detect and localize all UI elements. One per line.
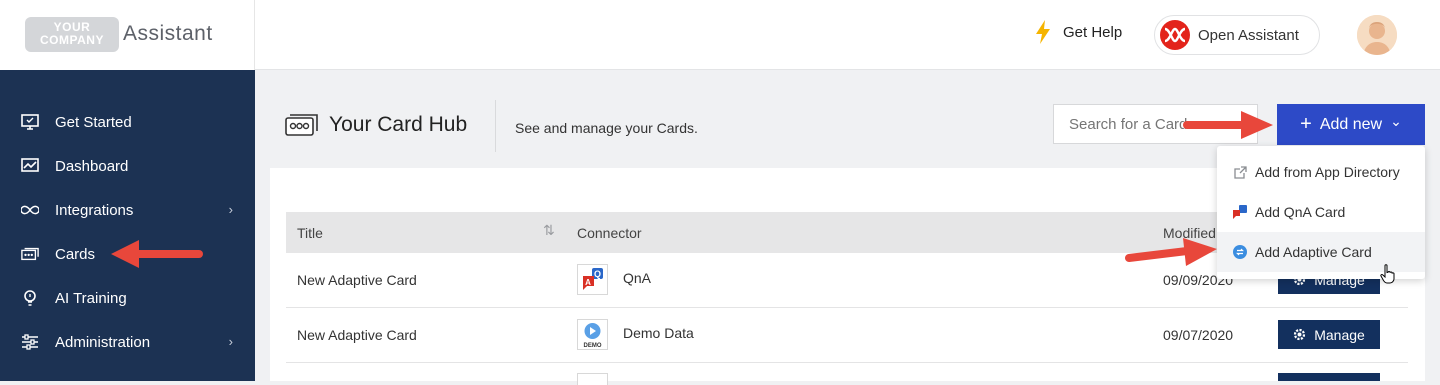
sidebar-item-ai-training[interactable]: AI Training: [0, 278, 255, 318]
avatar[interactable]: [1357, 15, 1397, 55]
chart-icon: [21, 157, 39, 175]
sidebar-item-label: Dashboard: [55, 157, 129, 175]
sidebar-item-label: Get Started: [55, 113, 132, 131]
svg-text:Q: Q: [594, 269, 601, 279]
menu-item-add-qna-card[interactable]: Add QnA Card: [1217, 192, 1425, 232]
column-header-title[interactable]: Title: [297, 225, 323, 241]
company-logo: YOUR COMPANY: [25, 17, 119, 52]
plus-icon: +: [1300, 113, 1312, 135]
gear-icon: [1293, 328, 1306, 341]
sidebar-item-integrations[interactable]: Integrations ›: [0, 190, 255, 230]
manage-button[interactable]: Manage: [1278, 320, 1380, 349]
annotation-arrow-add-new: [1183, 111, 1273, 139]
open-assistant-button[interactable]: Open Assistant: [1154, 15, 1320, 55]
annotation-arrow-add-adaptive-card: [1125, 238, 1217, 266]
hand-cursor-icon: [1380, 264, 1396, 289]
table-row: New Adaptive Card DEMO Demo Data 09/07/2…: [286, 308, 1408, 363]
get-help-label: Get Help: [1063, 23, 1123, 41]
svg-text:DEMO: DEMO: [584, 343, 602, 349]
open-assistant-label: Open Assistant: [1198, 26, 1299, 44]
user-avatar-icon: [1357, 15, 1397, 55]
sliders-icon: [21, 333, 39, 351]
sidebar-item-label: AI Training: [55, 289, 127, 307]
page-title: Your Card Hub: [329, 113, 468, 136]
table-row: [286, 363, 1408, 385]
title-divider: [495, 100, 496, 152]
row-title: New Adaptive Card: [297, 327, 417, 343]
demo-connector-icon: DEMO: [577, 319, 608, 350]
manage-button[interactable]: [1278, 373, 1380, 381]
monitor-icon: [21, 113, 39, 131]
cards-icon: [21, 245, 39, 263]
menu-item-label: Add QnA Card: [1255, 204, 1346, 220]
row-modified: 09/07/2020: [1163, 327, 1234, 343]
get-help-button[interactable]: Get Help: [1035, 20, 1122, 44]
sort-icon[interactable]: ⇅: [543, 222, 555, 239]
sidebar-item-get-started[interactable]: Get Started: [0, 102, 255, 142]
manage-label: Manage: [1314, 326, 1365, 343]
lightning-icon: [1035, 20, 1051, 44]
external-link-icon: [1233, 165, 1247, 179]
add-new-button[interactable]: + Add new ⌄: [1277, 104, 1425, 145]
qna-connector-icon: QA: [577, 264, 608, 295]
sidebar-item-dashboard[interactable]: Dashboard: [0, 146, 255, 186]
infinity-icon: [21, 201, 39, 219]
assistant-logo-icon: [1159, 19, 1191, 51]
annotation-arrow-cards: [111, 240, 203, 268]
svg-text:A: A: [585, 278, 591, 287]
brand-area: YOUR COMPANY Assistant: [0, 0, 255, 70]
sidebar-item-label: Administration: [55, 333, 151, 351]
brand-name: Assistant: [123, 22, 213, 45]
sidebar-item-administration[interactable]: Administration ›: [0, 322, 255, 362]
page-subtitle: See and manage your Cards.: [515, 120, 698, 136]
column-header-connector[interactable]: Connector: [577, 225, 642, 241]
connector-icon: [577, 373, 608, 385]
row-connector: QnA: [623, 270, 652, 286]
add-new-label: Add new: [1319, 115, 1383, 133]
adaptive-card-icon: [1233, 245, 1247, 259]
qna-icon: [1233, 205, 1247, 219]
chevron-right-icon: ›: [228, 202, 233, 217]
chevron-right-icon: ›: [228, 334, 233, 349]
add-new-dropdown: Add from App Directory Add QnA Card Add …: [1217, 146, 1425, 279]
chevron-down-icon: ⌄: [1390, 113, 1402, 129]
menu-item-label: Add from App Directory: [1255, 164, 1400, 180]
lightbulb-icon: [21, 289, 39, 307]
menu-item-add-from-app-directory[interactable]: Add from App Directory: [1217, 152, 1425, 192]
menu-item-label: Add Adaptive Card: [1255, 244, 1372, 260]
cards-hub-icon: [285, 113, 319, 142]
sidebar: Get Started Dashboard Integrations › Car…: [0, 70, 255, 381]
sidebar-item-label: Integrations: [55, 201, 134, 219]
row-title: New Adaptive Card: [297, 272, 417, 288]
row-connector: Demo Data: [623, 325, 694, 341]
sidebar-item-label: Cards: [55, 245, 96, 263]
